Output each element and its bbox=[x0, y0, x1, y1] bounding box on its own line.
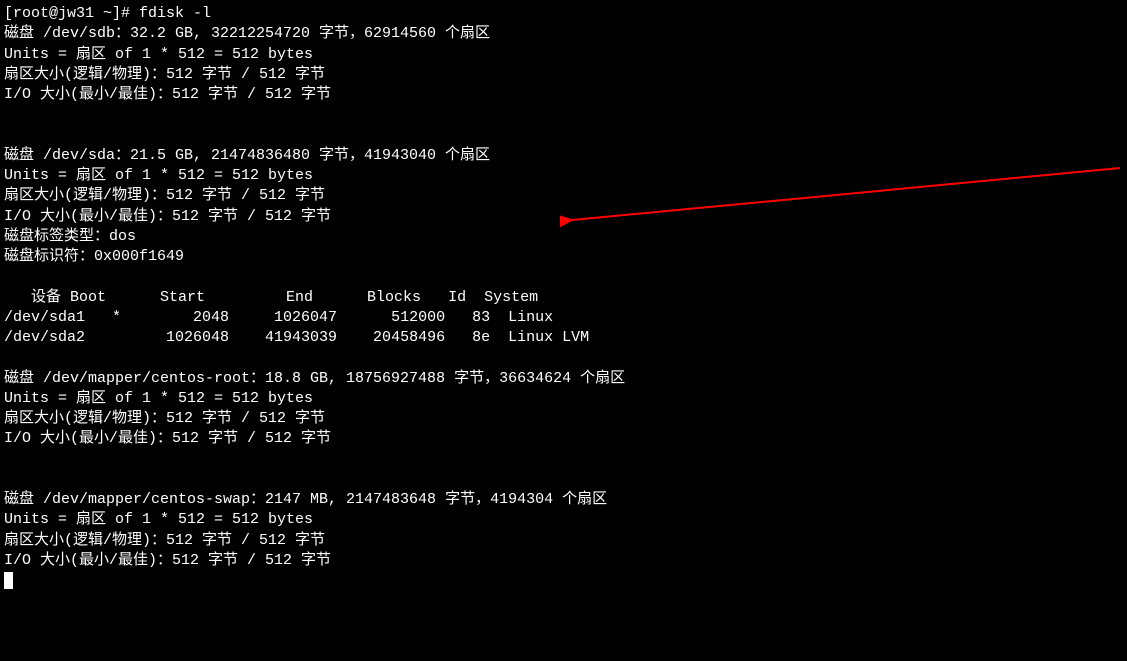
partition-header: 设备 Boot Start End Blocks Id System bbox=[4, 288, 1123, 308]
root-io-line: I/O 大小(最小/最佳)：512 字节 / 512 字节 bbox=[4, 429, 1123, 449]
sda-sector-line: 扇区大小(逻辑/物理)：512 字节 / 512 字节 bbox=[4, 186, 1123, 206]
root-units-line: Units = 扇区 of 1 * 512 = 512 bytes bbox=[4, 389, 1123, 409]
swap-units-line: Units = 扇区 of 1 * 512 = 512 bytes bbox=[4, 510, 1123, 530]
swap-sector-line: 扇区大小(逻辑/物理)：512 字节 / 512 字节 bbox=[4, 531, 1123, 551]
partition-row: /dev/sda2 1026048 41943039 20458496 8e L… bbox=[4, 328, 1123, 348]
root-sector-line: 扇区大小(逻辑/物理)：512 字节 / 512 字节 bbox=[4, 409, 1123, 429]
blank-line bbox=[4, 105, 1123, 125]
blank-line bbox=[4, 348, 1123, 368]
sda-id-line: 磁盘标识符：0x000f1649 bbox=[4, 247, 1123, 267]
blank-line bbox=[4, 450, 1123, 470]
blank-line bbox=[4, 267, 1123, 287]
prompt-line[interactable]: [root@jw31 ~]# fdisk -l bbox=[4, 4, 1123, 24]
cursor-icon bbox=[4, 572, 13, 589]
shell-prompt: [root@jw31 ~]# bbox=[4, 5, 139, 22]
sda-disk-line: 磁盘 /dev/sda：21.5 GB, 21474836480 字节，4194… bbox=[4, 146, 1123, 166]
sda-label-line: 磁盘标签类型：dos bbox=[4, 227, 1123, 247]
cursor-line[interactable] bbox=[4, 571, 1123, 591]
swap-io-line: I/O 大小(最小/最佳)：512 字节 / 512 字节 bbox=[4, 551, 1123, 571]
partition-row: /dev/sda1 * 2048 1026047 512000 83 Linux bbox=[4, 308, 1123, 328]
sda-units-line: Units = 扇区 of 1 * 512 = 512 bytes bbox=[4, 166, 1123, 186]
command-text: fdisk -l bbox=[139, 5, 211, 22]
swap-disk-line: 磁盘 /dev/mapper/centos-swap：2147 MB, 2147… bbox=[4, 490, 1123, 510]
root-disk-line: 磁盘 /dev/mapper/centos-root：18.8 GB, 1875… bbox=[4, 369, 1123, 389]
sdb-sector-line: 扇区大小(逻辑/物理)：512 字节 / 512 字节 bbox=[4, 65, 1123, 85]
sdb-io-line: I/O 大小(最小/最佳)：512 字节 / 512 字节 bbox=[4, 85, 1123, 105]
blank-line bbox=[4, 126, 1123, 146]
sdb-disk-line: 磁盘 /dev/sdb：32.2 GB, 32212254720 字节，6291… bbox=[4, 24, 1123, 44]
sda-io-line: I/O 大小(最小/最佳)：512 字节 / 512 字节 bbox=[4, 207, 1123, 227]
sdb-units-line: Units = 扇区 of 1 * 512 = 512 bytes bbox=[4, 45, 1123, 65]
blank-line bbox=[4, 470, 1123, 490]
